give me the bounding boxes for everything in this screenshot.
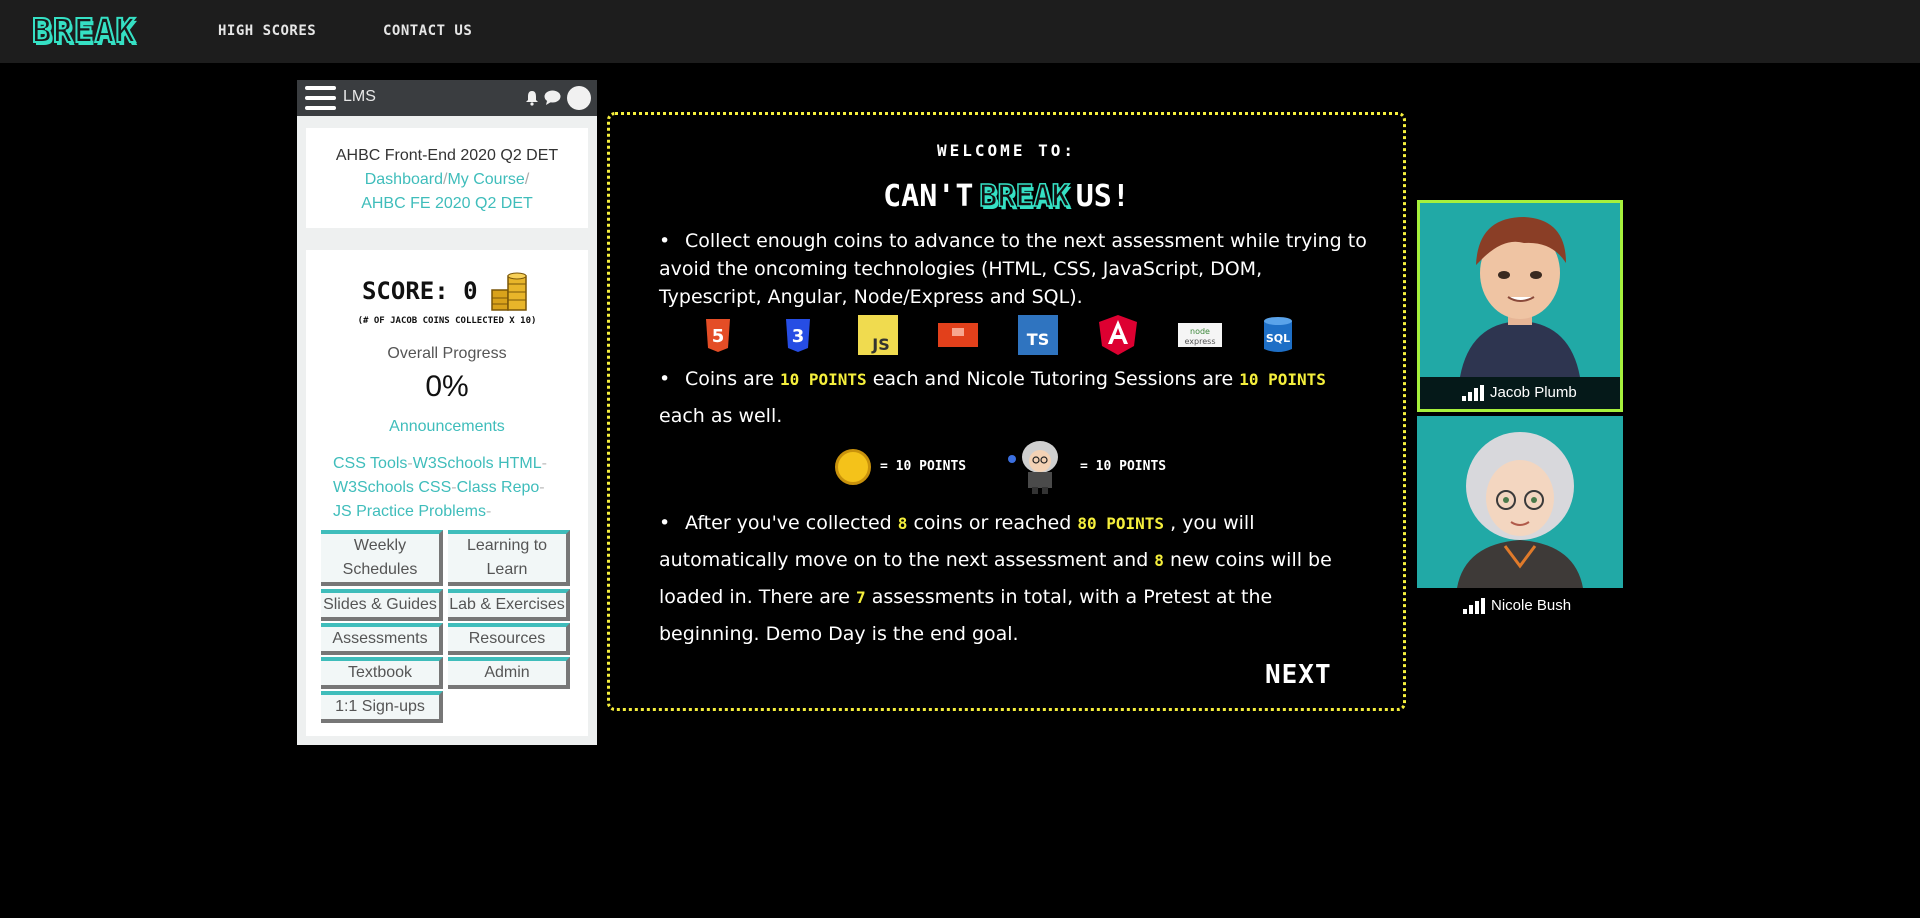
game-title-us: US!: [1075, 179, 1130, 214]
nicole-points-label: = 10 POINTS: [1080, 459, 1167, 474]
nicole-tutor-icon: [1008, 441, 1058, 494]
coin-points-label: = 10 POINTS: [880, 459, 967, 474]
svg-text:3: 3: [792, 326, 805, 347]
bell-icon[interactable]: [525, 90, 539, 106]
participant-name-strip: Jacob Plumb: [1420, 377, 1620, 409]
nav-contact-us[interactable]: CONTACT US: [383, 23, 472, 39]
nav-high-scores[interactable]: HIGH SCORES: [218, 23, 316, 39]
announcements-link[interactable]: Announcements: [306, 418, 588, 436]
coin-stack-icon: [491, 272, 527, 311]
svg-text:JS: JS: [871, 335, 889, 354]
rule-paragraph-1: • Collect enough coins to advance to the …: [659, 230, 1367, 308]
score-row: SCORE: 0: [306, 270, 588, 312]
jacob-avatar: [1460, 217, 1580, 377]
participant-name-jacob: Jacob Plumb: [1490, 384, 1577, 401]
signal-strength-icon: [1462, 385, 1484, 401]
course-name: AHBC Front-End 2020 Q2 DET: [335, 147, 559, 164]
assessments-button[interactable]: Assessments: [321, 623, 443, 655]
dom-icon: [938, 323, 978, 347]
next-button[interactable]: NEXT: [1265, 660, 1332, 690]
score-subtitle: (# OF JACOB COINS COLLECTED X 10): [357, 316, 537, 326]
learning-to-learn-button[interactable]: Learning to Learn: [448, 530, 570, 586]
breadcrumb-my-course[interactable]: My Course: [447, 171, 524, 188]
gold-coin-icon: [835, 449, 871, 485]
game-title-cant: CAN'T: [883, 179, 974, 214]
resources-button[interactable]: Resources: [448, 623, 570, 655]
rule-paragraph-3: • After you've collected 8 coins or reach…: [659, 512, 1332, 645]
points-legend: = 10 POINTS = 10 POINTS: [610, 435, 1403, 501]
resource-links: CSS Tools-W3Schools HTML- W3Schools CSS-…: [333, 455, 547, 520]
game-title-break: BREAK: [979, 178, 1071, 215]
angular-icon: [1099, 315, 1137, 355]
breadcrumb-dashboard[interactable]: Dashboard: [365, 171, 443, 188]
svg-text:SQL: SQL: [1266, 332, 1290, 345]
typescript-icon: TS: [1018, 315, 1058, 355]
svg-text:5: 5: [712, 326, 725, 347]
link-class-repo[interactable]: Class Repo: [457, 479, 540, 496]
svg-text:node: node: [1190, 327, 1210, 336]
signal-strength-icon: [1463, 598, 1485, 614]
game-title: CAN'T BREAK US!: [610, 178, 1403, 215]
participant-name-row-nicole: Nicole Bush: [1417, 590, 1623, 620]
course-card: AHBC Front-End 2020 Q2 DET Dashboard/My …: [306, 128, 588, 228]
score-label: SCORE: 0: [361, 277, 478, 305]
participant-tile-nicole[interactable]: [1417, 416, 1623, 588]
signups-button[interactable]: 1:1 Sign-ups: [321, 691, 443, 723]
breadcrumb-course[interactable]: AHBC FE 2020 Q2 DET: [306, 192, 588, 216]
user-avatar[interactable]: [567, 86, 591, 110]
weekly-schedules-button[interactable]: Weekly Schedules: [321, 530, 443, 586]
lab-exercises-button[interactable]: Lab & Exercises: [448, 589, 570, 621]
link-w3schools-html[interactable]: W3Schools HTML: [413, 455, 542, 472]
chat-icon[interactable]: [544, 90, 561, 105]
sql-icon: SQL: [1264, 317, 1292, 352]
break-logo[interactable]: BREAK: [31, 11, 136, 51]
welcome-title: WELCOME TO:: [937, 141, 1076, 160]
slides-guides-button[interactable]: Slides & Guides: [321, 589, 443, 621]
top-nav: BREAK HIGH SCORES CONTACT US: [0, 0, 1920, 63]
lms-panel: LMS AHBC Front-End 2020 Q2 DET Dashboard…: [297, 80, 597, 745]
link-w3schools-css[interactable]: W3Schools CSS: [333, 479, 451, 496]
progress-label: Overall Progress: [387, 345, 507, 362]
hamburger-menu-icon[interactable]: [305, 86, 336, 110]
nicole-avatar: [1457, 432, 1583, 588]
welcome-panel: WELCOME TO: CAN'T BREAK US! • Collect enoug…: [607, 112, 1406, 711]
js-icon: JS: [858, 315, 898, 355]
link-css-tools[interactable]: CSS Tools: [333, 455, 407, 472]
participant-name-nicole: Nicole Bush: [1491, 597, 1572, 614]
link-js-practice[interactable]: JS Practice Problems: [333, 503, 486, 520]
textbook-button[interactable]: Textbook: [321, 657, 443, 689]
node-express-icon: nodeexpress: [1178, 323, 1222, 347]
html5-icon: 5: [706, 319, 730, 352]
rule-paragraph-2: • Coins are 10 POINTS each and Nicole Tut…: [659, 368, 1326, 427]
participant-tile-jacob[interactable]: Jacob Plumb: [1417, 200, 1623, 412]
score-card: SCORE: 0 (# OF JACOB COINS COLLECTED X 1…: [306, 250, 588, 736]
lms-title: LMS: [343, 88, 376, 105]
svg-text:express: express: [1185, 337, 1216, 346]
progress-value: 0%: [425, 370, 469, 403]
admin-button[interactable]: Admin: [448, 657, 570, 689]
svg-text:TS: TS: [1027, 330, 1049, 349]
css3-icon: 3: [786, 319, 810, 352]
lms-header-bar: LMS: [297, 80, 597, 116]
tech-icons-row: 5 3 JS TS node express SQL: [698, 315, 1308, 355]
